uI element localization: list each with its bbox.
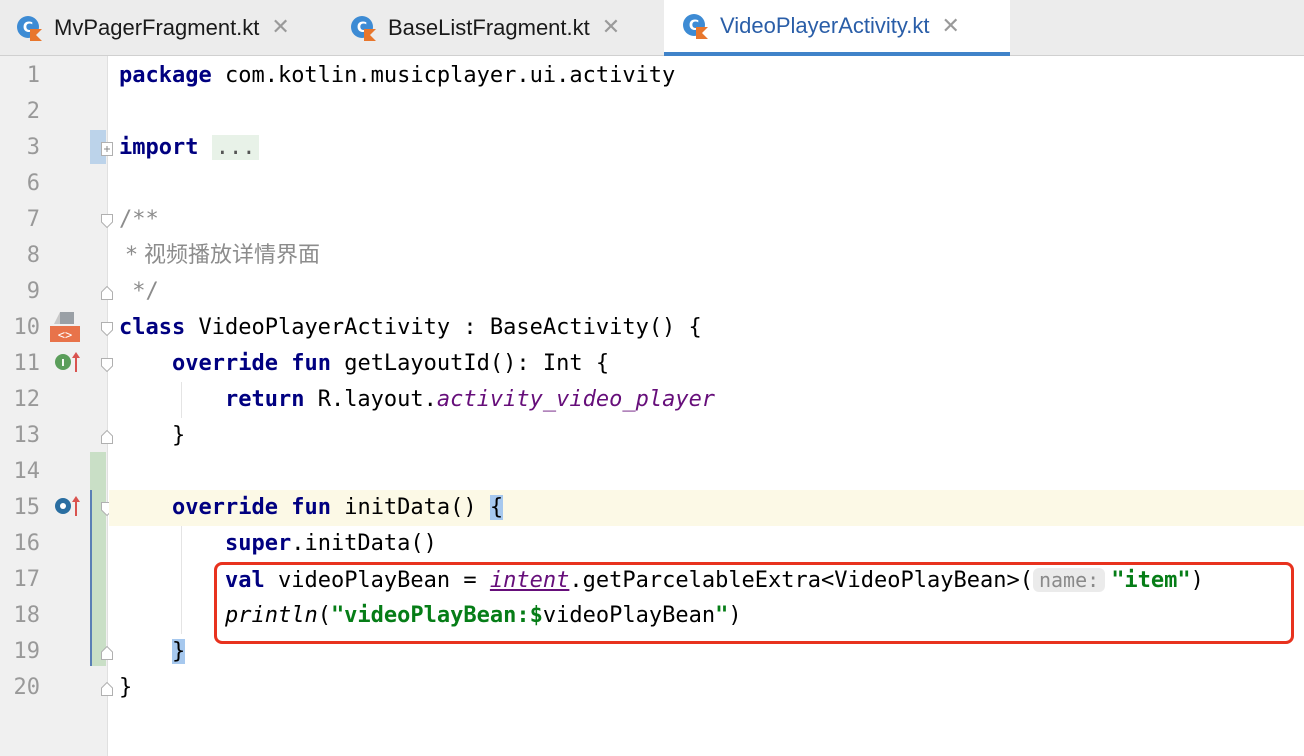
code-line-1: package com.kotlin.musicplayer.ui.activi… bbox=[119, 63, 676, 88]
line-number: 14 bbox=[13, 459, 41, 484]
line-number: 2 bbox=[26, 99, 40, 124]
close-icon[interactable]: ✕ bbox=[942, 14, 960, 39]
code-line-9: */ bbox=[119, 279, 159, 304]
code-line-11: override fun getLayoutId(): Int { bbox=[171, 351, 610, 376]
vcs-marker-edge bbox=[90, 490, 92, 666]
code-line-16: super.initData() bbox=[224, 531, 437, 556]
line-number: 12 bbox=[13, 387, 41, 412]
code-line-3: import ... bbox=[119, 130, 260, 166]
line-number: 13 bbox=[13, 423, 41, 448]
code-editor[interactable]: package com.kotlin.musicplayer.ui.activi… bbox=[109, 56, 1304, 756]
code-line-7: /** bbox=[119, 207, 159, 232]
line-number: 7 bbox=[26, 207, 40, 232]
code-line-15: override fun initData() { bbox=[171, 495, 504, 520]
close-icon[interactable]: ✕ bbox=[271, 15, 289, 40]
tab-mvpagerfragment[interactable]: C MvPagerFragment.kt ✕ bbox=[16, 0, 334, 55]
kotlin-class-file-icon: C bbox=[682, 13, 708, 39]
line-number: 8 bbox=[26, 243, 40, 268]
tab-baselistfragment[interactable]: C BaseListFragment.kt ✕ bbox=[350, 0, 662, 55]
tab-label: BaseListFragment.kt bbox=[388, 14, 590, 40]
line-number: 11 bbox=[13, 351, 41, 376]
code-line-8: * 视频播放详情界面 bbox=[119, 243, 320, 268]
line-number: 19 bbox=[13, 639, 41, 664]
kotlin-class-file-icon: C bbox=[350, 15, 376, 41]
code-line-10: class VideoPlayerActivity : BaseActivity… bbox=[119, 315, 702, 340]
svg-text:<>: <> bbox=[58, 328, 72, 342]
line-number: 20 bbox=[13, 675, 41, 700]
annotation-highlight-box bbox=[214, 562, 1294, 644]
tab-videoplayeractivity[interactable]: C VideoPlayerActivity.kt ✕ bbox=[664, 0, 1010, 56]
overrides-up-arrow-icon[interactable] bbox=[54, 494, 82, 518]
code-line-13: } bbox=[171, 423, 186, 448]
code-line-20: } bbox=[119, 675, 133, 700]
kotlin-class-file-icon: C bbox=[16, 15, 42, 41]
folded-imports[interactable]: ... bbox=[211, 135, 260, 160]
editor-gutter[interactable]: 1 2 3 6 7 8 9 10 11 12 13 14 15 16 17 18… bbox=[0, 56, 113, 756]
code-line-12: return R.layout.activity_video_player bbox=[224, 387, 716, 412]
line-number: 16 bbox=[13, 531, 41, 556]
matched-brace: } bbox=[171, 639, 186, 664]
line-number: 18 bbox=[13, 603, 41, 628]
vcs-added-marker[interactable] bbox=[90, 452, 106, 666]
line-number: 10 bbox=[13, 315, 41, 340]
line-number: 1 bbox=[26, 63, 40, 88]
tab-label: MvPagerFragment.kt bbox=[54, 14, 260, 40]
line-number: 15 bbox=[13, 495, 41, 520]
line-number: 17 bbox=[13, 567, 41, 592]
close-icon[interactable]: ✕ bbox=[602, 15, 620, 40]
matched-brace: { bbox=[489, 495, 504, 520]
tab-label: VideoPlayerActivity.kt bbox=[720, 13, 930, 38]
line-number: 9 bbox=[26, 279, 40, 304]
android-layout-icon[interactable]: <> bbox=[50, 312, 80, 344]
code-line-19: } bbox=[119, 634, 186, 670]
line-number: 3 bbox=[26, 135, 40, 160]
svg-text:I: I bbox=[61, 358, 65, 369]
editor-tab-bar: C MvPagerFragment.kt ✕ C BaseListFragmen… bbox=[0, 0, 1304, 56]
implements-up-arrow-icon[interactable]: I bbox=[54, 350, 82, 374]
line-number: 6 bbox=[26, 171, 40, 196]
